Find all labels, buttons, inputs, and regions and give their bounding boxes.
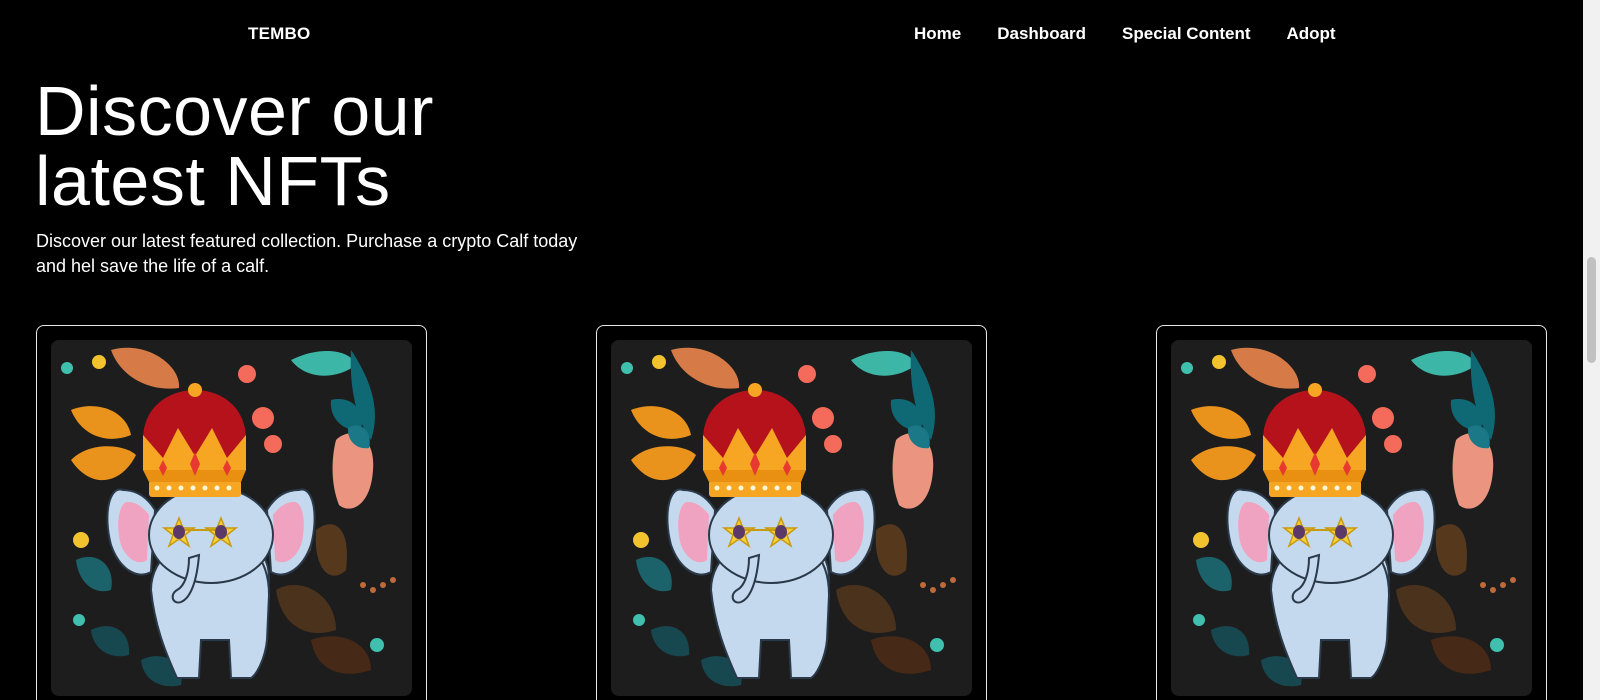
- hero-title-line-1: Discover our: [35, 72, 434, 150]
- hero-subtitle: Discover our latest featured collection.…: [36, 231, 578, 276]
- nft-image[interactable]: [1171, 340, 1532, 696]
- crowned-elephant-nft-icon: [611, 340, 972, 696]
- nav-home-link[interactable]: Home: [914, 24, 961, 44]
- nft-card[interactable]: [596, 325, 987, 700]
- nft-card[interactable]: [36, 325, 427, 700]
- hero-title-line-2: latest NFTs: [35, 142, 391, 220]
- nft-image[interactable]: [611, 340, 972, 696]
- hero-title: Discover our latest NFTs: [35, 76, 595, 216]
- nft-image[interactable]: [51, 340, 412, 696]
- main-nav: Home Dashboard Special Content Adopt: [914, 24, 1336, 44]
- nft-card[interactable]: [1156, 325, 1547, 700]
- brand-logo[interactable]: TEMBO: [248, 24, 310, 44]
- page-scrollbar[interactable]: [1583, 0, 1600, 700]
- page: TEMBO Home Dashboard Special Content Ado…: [0, 0, 1583, 700]
- nav-special-content-link[interactable]: Special Content: [1122, 24, 1250, 44]
- nav-dashboard-link[interactable]: Dashboard: [997, 24, 1086, 44]
- nav-adopt-link[interactable]: Adopt: [1287, 24, 1336, 44]
- crowned-elephant-nft-icon: [1171, 340, 1532, 696]
- crowned-elephant-nft-icon: [51, 340, 412, 696]
- scrollbar-thumb[interactable]: [1587, 257, 1596, 363]
